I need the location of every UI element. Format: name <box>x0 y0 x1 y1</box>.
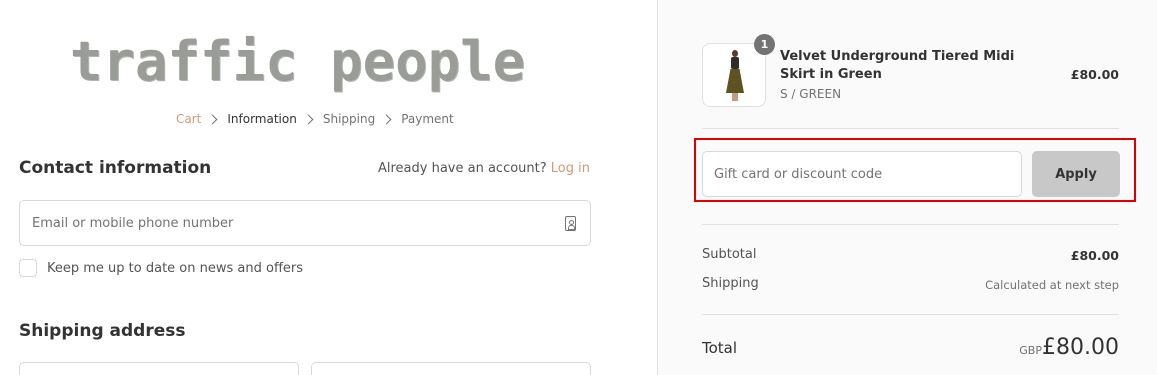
divider <box>702 314 1119 315</box>
apply-discount-button[interactable]: Apply <box>1032 151 1120 197</box>
subtotal-value: £80.00 <box>1070 248 1119 263</box>
discount-code-input[interactable]: Gift card or discount code <box>702 151 1022 197</box>
discount-placeholder: Gift card or discount code <box>714 167 883 182</box>
shipping-value: Calculated at next step <box>985 278 1119 292</box>
breadcrumb-information: Information <box>227 112 297 126</box>
total-label: Total <box>702 339 738 357</box>
contact-card-icon[interactable] <box>565 216 576 231</box>
account-prompt-text: Already have an account? <box>377 161 547 176</box>
breadcrumb-cart[interactable]: Cart <box>176 112 201 126</box>
contact-section-title: Contact information <box>19 158 212 178</box>
newsletter-checkbox[interactable] <box>19 259 37 277</box>
divider <box>702 128 1119 129</box>
order-summary: 1 Velvet Underground Tiered Midi Skirt i… <box>657 0 1157 375</box>
login-link[interactable]: Log in <box>551 161 590 176</box>
chevron-right-icon <box>381 114 392 124</box>
newsletter-option[interactable]: Keep me up to date on news and offers <box>19 259 303 277</box>
last-name-field[interactable] <box>311 362 591 375</box>
subtotal-label: Subtotal <box>702 247 757 262</box>
breadcrumb-shipping: Shipping <box>322 112 376 126</box>
total-value: £80.00 <box>1042 335 1119 360</box>
brand-logo[interactable]: traffic people <box>70 30 525 93</box>
first-name-field[interactable] <box>19 362 299 375</box>
product-image <box>726 50 744 102</box>
breadcrumb-payment: Payment <box>401 112 454 126</box>
breadcrumb: Cart Information Shipping Payment <box>176 112 454 126</box>
checkout-main: traffic people Cart Information Shipping… <box>0 0 657 375</box>
shipping-label: Shipping <box>702 276 759 291</box>
product-variant: S / GREEN <box>780 87 842 101</box>
total-currency: GBP <box>1019 344 1042 357</box>
chevron-right-icon <box>207 114 218 124</box>
product-name: Velvet Underground Tiered Midi Skirt in … <box>780 49 1015 82</box>
shipping-section-title: Shipping address <box>19 321 186 341</box>
email-placeholder: Email or mobile phone number <box>32 216 234 231</box>
chevron-right-icon <box>303 114 314 124</box>
email-field[interactable]: Email or mobile phone number <box>19 200 591 246</box>
quantity-badge: 1 <box>754 34 775 55</box>
newsletter-label[interactable]: Keep me up to date on news and offers <box>47 261 303 276</box>
product-thumbnail <box>702 43 766 107</box>
account-prompt: Already have an account? Log in <box>378 161 590 176</box>
product-price: £80.00 <box>1070 67 1119 82</box>
divider <box>702 224 1119 225</box>
